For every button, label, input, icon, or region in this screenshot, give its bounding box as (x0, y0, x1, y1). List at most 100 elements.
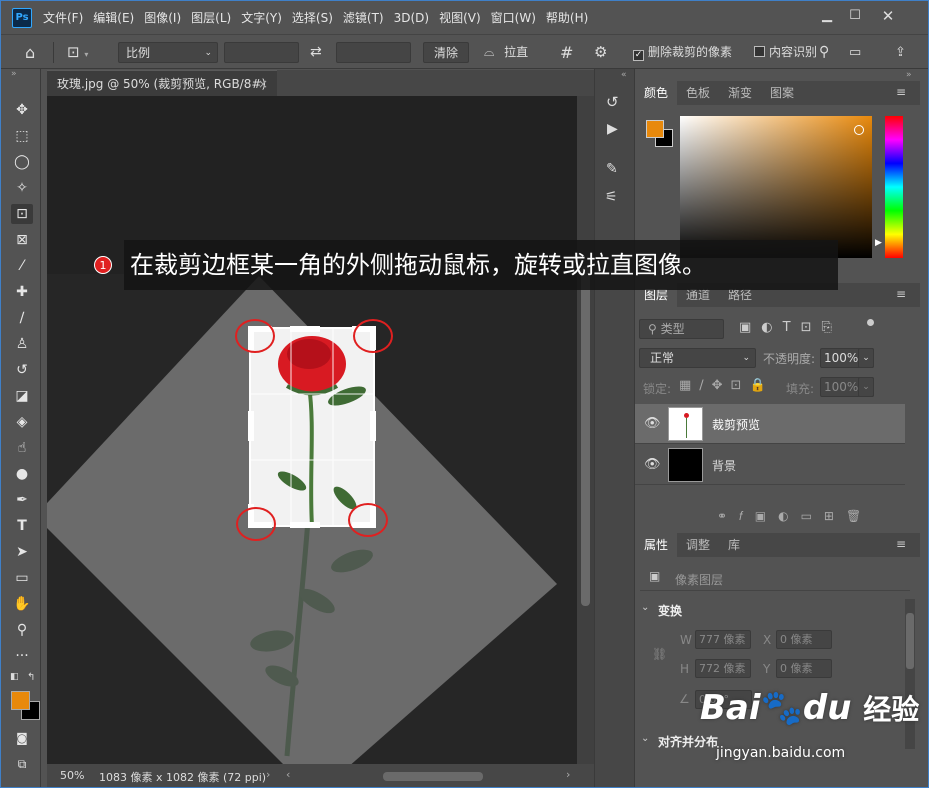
vertical-scrollbar[interactable] (577, 96, 594, 764)
clone-stamp-tool-icon[interactable]: ♙ (11, 334, 33, 354)
layer-row[interactable]: 👁 裁剪预览 (635, 404, 905, 444)
ratio-select[interactable]: 比例 ⌄ (118, 42, 218, 63)
y-field[interactable]: 0 像素 (776, 659, 832, 678)
menu-3d[interactable]: 3D(D) (389, 11, 434, 25)
menu-image[interactable]: 图像(I) (139, 9, 186, 26)
scroll-left-icon[interactable]: ‹ (286, 768, 290, 781)
delete-cropped-checkbox[interactable]: ✓ 删除裁剪的像素 (633, 42, 732, 63)
history-brush-tool-icon[interactable]: ↺ (11, 360, 33, 380)
tab-swatches[interactable]: 色板 (677, 81, 719, 105)
collapse-align-icon[interactable]: ⌄ (641, 733, 649, 744)
swap-icon[interactable]: ⇄ (310, 42, 322, 63)
canvas-area[interactable] (47, 96, 577, 764)
screen-mode-icon[interactable]: ⧉ (11, 754, 33, 774)
home-icon[interactable]: ⌂ (25, 42, 35, 63)
crop-tool-icon[interactable]: ⊡ (11, 204, 33, 224)
eye-icon[interactable]: 👁 (644, 457, 661, 472)
blend-mode-select[interactable]: 正常 ⌄ (639, 348, 756, 368)
menu-select[interactable]: 选择(S) (287, 9, 338, 26)
tab-libraries[interactable]: 库 (719, 533, 749, 557)
width-field[interactable]: 777 像素 (695, 630, 751, 649)
hue-slider[interactable] (885, 116, 903, 258)
ratio-height-field[interactable] (336, 42, 411, 63)
tab-patterns[interactable]: 图案 (761, 81, 803, 105)
eye-icon[interactable]: 👁 (644, 416, 661, 431)
overlay-grid-icon[interactable]: # (560, 42, 573, 63)
status-menu-icon[interactable]: › (266, 768, 270, 781)
eyedropper-tool-icon[interactable]: ⁄ (11, 256, 33, 276)
scroll-thumb[interactable] (581, 266, 590, 606)
share-icon[interactable]: ⇪ (895, 42, 906, 63)
menu-filter[interactable]: 滤镜(T) (338, 9, 389, 26)
smudge-tool-icon[interactable]: ☝ (11, 438, 33, 458)
content-aware-checkbox[interactable]: 内容识别 (754, 42, 817, 63)
clear-button[interactable]: 清除 (423, 42, 469, 63)
collapse-panels-icon[interactable]: » (906, 70, 912, 80)
brush-settings-icon[interactable]: ✎ (606, 161, 618, 177)
foreground-color-swatch[interactable] (11, 691, 30, 710)
filter-toggle-icon[interactable] (867, 319, 874, 326)
tab-adjustments[interactable]: 调整 (677, 533, 719, 557)
maximize-icon[interactable]: ☐ (844, 7, 866, 25)
eraser-tool-icon[interactable]: ◪ (11, 386, 33, 406)
scroll-right-icon[interactable]: › (566, 768, 570, 781)
path-selection-tool-icon[interactable]: ➤ (11, 542, 33, 562)
brush-tool-icon[interactable]: ∕ (11, 308, 33, 328)
color-panel-foreground-swatch[interactable] (646, 120, 664, 138)
menu-layer[interactable]: 图层(L) (186, 9, 236, 26)
collapse-toolbar-icon[interactable]: » (11, 69, 17, 79)
tab-color[interactable]: 颜色 (635, 81, 678, 105)
panel-menu-icon[interactable]: ≡ (896, 538, 906, 550)
minimize-icon[interactable]: ▁ (816, 7, 838, 25)
layer-row[interactable]: 👁 背景 (635, 445, 905, 485)
close-tab-icon[interactable]: × (258, 71, 268, 97)
paint-bucket-tool-icon[interactable]: ◈ (11, 412, 33, 432)
dodge-tool-icon[interactable]: ● (11, 464, 33, 484)
move-tool-icon[interactable]: ✥ (11, 100, 33, 120)
fill-dropdown-icon[interactable]: ⌄ (858, 377, 874, 397)
actions-play-icon[interactable]: ▶ (607, 121, 618, 137)
height-field[interactable]: 772 像素 (695, 659, 751, 678)
hand-tool-icon[interactable]: ✋ (11, 594, 33, 614)
default-colors-icon[interactable]: ◧ (10, 672, 19, 682)
marquee-tool-icon[interactable]: ⬚ (11, 126, 33, 146)
rectangle-tool-icon[interactable]: ▭ (11, 568, 33, 588)
menu-edit[interactable]: 编辑(E) (88, 9, 139, 26)
frame-tool-icon[interactable]: ⊠ (11, 230, 33, 250)
menu-view[interactable]: 视图(V) (434, 9, 486, 26)
tab-gradients[interactable]: 渐变 (719, 81, 761, 105)
quick-mask-icon[interactable]: ◙ (11, 728, 33, 748)
tab-properties[interactable]: 属性 (635, 533, 678, 557)
collapse-transform-icon[interactable]: ⌄ (641, 602, 649, 613)
lock-icons[interactable]: ▦∕✥⊡🔒 (679, 378, 774, 393)
menu-file[interactable]: 文件(F) (38, 9, 88, 26)
zoom-tool-icon[interactable]: ⚲ (11, 620, 33, 640)
layer-actions-bar[interactable]: ⚭𝑓▣◐▭⊞🗑 (717, 509, 873, 524)
gear-icon[interactable]: ⚙ (594, 42, 607, 63)
swap-colors-icon[interactable]: ↰ (27, 672, 35, 683)
close-icon[interactable]: ✕ (877, 7, 899, 25)
menu-help[interactable]: 帮助(H) (541, 9, 593, 26)
pen-tool-icon[interactable]: ✒ (11, 490, 33, 510)
adjustments-icon[interactable]: ⚟ (605, 189, 618, 205)
lasso-tool-icon[interactable]: ◯ (11, 152, 33, 172)
opacity-dropdown-icon[interactable]: ⌄ (858, 348, 874, 368)
zoom-level[interactable]: 50% (60, 769, 84, 782)
workspace-icon[interactable]: ▭ (849, 42, 861, 63)
layer-filter-select[interactable]: ⚲ 类型 (639, 319, 724, 339)
layer-filter-icons[interactable]: ▣◐T⊡⎘ (739, 320, 842, 335)
horizontal-scroll-thumb[interactable] (383, 772, 483, 781)
healing-brush-tool-icon[interactable]: ✚ (11, 282, 33, 302)
panel-menu-icon[interactable]: ≡ (896, 86, 906, 98)
more-tools-icon[interactable]: ··· (11, 646, 33, 666)
panel-menu-icon[interactable]: ≡ (896, 288, 906, 300)
hue-slider-handle-icon[interactable]: ▶ (875, 238, 882, 248)
properties-scroll-thumb[interactable] (906, 613, 914, 669)
x-field[interactable]: 0 像素 (776, 630, 832, 649)
menu-window[interactable]: 窗口(W) (486, 9, 541, 26)
history-panel-icon[interactable]: ↺ (606, 93, 619, 111)
ratio-width-field[interactable] (224, 42, 299, 63)
type-tool-icon[interactable]: T (11, 516, 33, 536)
search-icon[interactable]: ⚲ (819, 42, 829, 63)
color-field[interactable] (680, 116, 872, 258)
